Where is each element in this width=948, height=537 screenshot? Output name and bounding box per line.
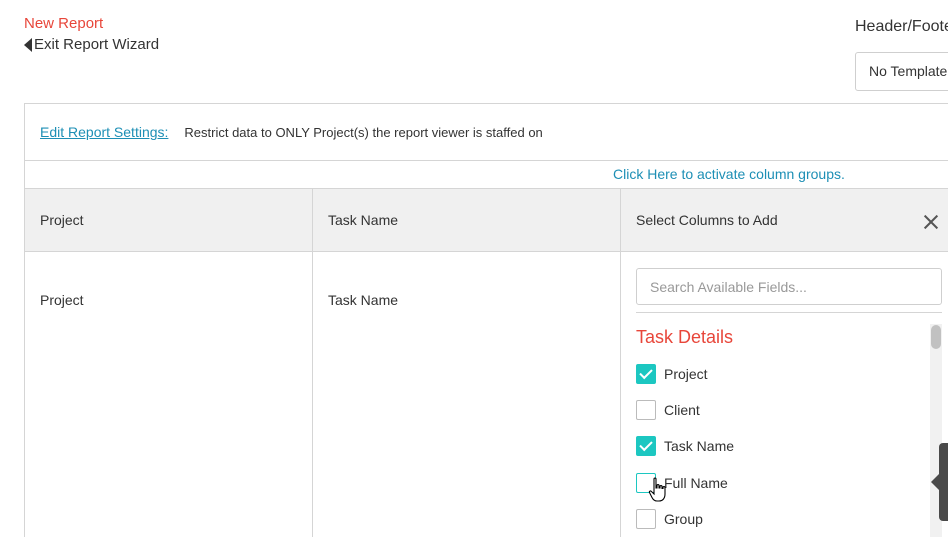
field-label: Task Name <box>664 438 735 454</box>
column-divider <box>312 188 313 537</box>
field-label: Full Name <box>664 475 728 491</box>
hand-pointer-icon <box>648 477 666 502</box>
edit-report-settings-link[interactable]: Edit Report Settings: <box>40 124 168 140</box>
field-label: Group <box>664 511 703 527</box>
header-footer-label: Header/Footer <box>855 18 948 35</box>
exit-wizard-link[interactable]: Exit Report Wizard <box>24 36 159 53</box>
field-label: Project <box>664 366 708 382</box>
table-cell-task-name: Task Name <box>328 292 399 308</box>
checkbox-checked-icon[interactable] <box>636 364 656 384</box>
checkbox-unchecked-icon[interactable] <box>636 509 656 529</box>
close-icon[interactable] <box>921 212 941 232</box>
select-columns-title: Select Columns to Add <box>636 212 778 228</box>
template-select[interactable]: No Template <box>855 52 948 91</box>
table-header: Project Task Name Select Columns to Add <box>25 188 948 252</box>
table-cell-project: Project <box>40 292 84 308</box>
field-label: Client <box>664 402 700 418</box>
column-header-task-name[interactable]: Task Name <box>313 189 620 251</box>
side-panel-toggle[interactable] <box>931 443 948 521</box>
settings-row: Edit Report Settings: Restrict data to O… <box>25 104 948 161</box>
report-panel: Edit Report Settings: Restrict data to O… <box>24 103 948 537</box>
scrollbar-thumb[interactable] <box>931 325 941 349</box>
restrict-text: Restrict data to ONLY Project(s) the rep… <box>184 124 543 140</box>
section-title-task-details: Task Details <box>636 327 734 347</box>
caret-left-icon <box>24 37 32 52</box>
divider <box>636 312 942 313</box>
field-checkbox-task-name[interactable]: Task Name <box>636 436 734 456</box>
exit-wizard-label: Exit Report Wizard <box>34 36 160 53</box>
checkbox-checked-icon[interactable] <box>636 436 656 456</box>
search-fields-input[interactable] <box>636 268 942 305</box>
field-checkbox-group[interactable]: Group <box>636 509 703 529</box>
field-checkbox-project[interactable]: Project <box>636 364 708 384</box>
page-title: New Report <box>24 15 104 32</box>
field-checkbox-client[interactable]: Client <box>636 400 700 420</box>
column-header-project[interactable]: Project <box>25 189 312 251</box>
column-divider <box>620 188 621 537</box>
checkbox-unchecked-icon[interactable] <box>636 400 656 420</box>
column-groups-link[interactable]: Click Here to activate column groups. <box>613 166 845 182</box>
